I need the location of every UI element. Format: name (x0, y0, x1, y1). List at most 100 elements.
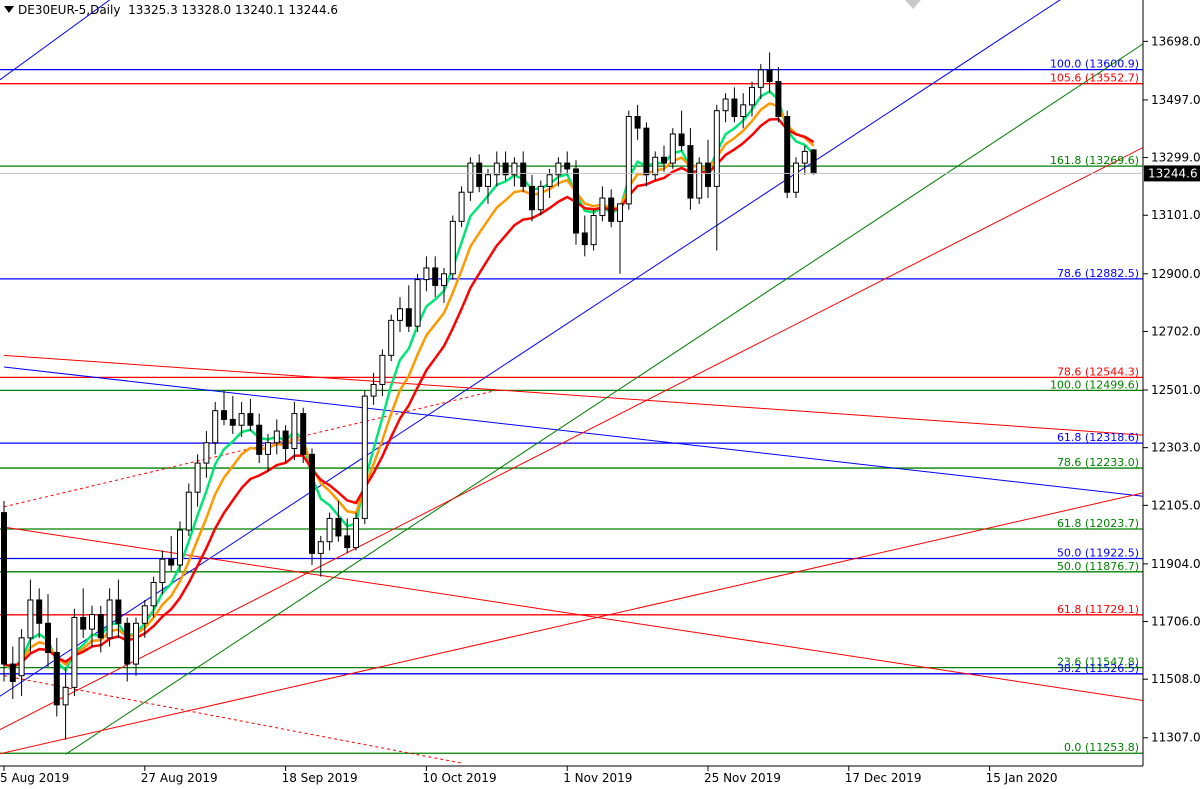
fib-level-label: 78.6 (12882.5) (1057, 267, 1139, 280)
candle (669, 128, 676, 169)
candle-body (27, 599, 34, 639)
candle-body (18, 637, 25, 677)
candle-body (441, 273, 447, 286)
candlestick-chart[interactable]: 100.0 (13600.9)105.6 (13552.7) 161.8 (132… (0, 0, 1200, 789)
price-tick-label: 13299.0 (1151, 151, 1200, 165)
candle-body (793, 162, 799, 193)
candle-body (361, 395, 368, 519)
price-tick-label: 12702.0 (1151, 324, 1200, 338)
symbol-label: DE30EUR-5,Daily (18, 3, 121, 17)
time-tick-label: 5 Aug 2019 (0, 771, 69, 785)
candle-body (546, 174, 553, 187)
candle-body (62, 686, 69, 706)
candle (361, 390, 368, 525)
candle (793, 157, 799, 199)
candle-body (388, 319, 395, 356)
candle-body (414, 279, 421, 327)
candle-body (9, 663, 16, 683)
candle-body (423, 267, 430, 281)
candle-body (766, 69, 773, 83)
candle-body (229, 418, 236, 426)
candle-body (317, 541, 324, 554)
candle-body (89, 614, 95, 630)
fib-level-label: 161.8 (13269.6) (1050, 154, 1139, 167)
candle (590, 209, 597, 251)
candle (458, 186, 465, 228)
chart-shift-arrow-icon[interactable] (905, 0, 921, 9)
fib-level-label: 0.0 (11253.8) (1064, 741, 1139, 754)
price-tick-label: 11904.0 (1151, 557, 1200, 571)
price-tick-label: 11508.0 (1151, 672, 1200, 686)
candle-body (573, 168, 579, 234)
fib-level-label: 78.6 (12233.0) (1057, 456, 1139, 469)
candle-body (634, 116, 641, 129)
fib-level-label: 61.8 (11729.1) (1057, 603, 1139, 616)
candle-body (669, 133, 676, 164)
fib-level-label: 100.0 (13600.9) (1050, 58, 1139, 71)
candle-body (300, 413, 307, 455)
fib-level-label: 78.6 (12544.3) (1057, 365, 1139, 378)
candle-body (177, 529, 183, 566)
candle-body (247, 413, 254, 426)
candle-body (256, 424, 263, 455)
candle-body (643, 127, 650, 176)
candle-body (599, 197, 606, 217)
candle-body (661, 156, 667, 164)
candle-body (564, 162, 571, 170)
candle-body (309, 453, 315, 554)
fib-level-label: 50.0 (11876.7) (1057, 560, 1139, 573)
candle-body (775, 81, 782, 118)
candle-body (458, 191, 465, 222)
candle (784, 110, 791, 199)
candle (696, 157, 703, 204)
candle-body (581, 232, 588, 246)
ohlc-values: 13325.3 13328.0 13240.1 13244.6 (128, 3, 339, 17)
candle-body (608, 197, 615, 222)
candle-body (124, 622, 131, 665)
candle-body (106, 599, 113, 639)
candle-body (397, 308, 403, 321)
candle-body (476, 162, 483, 187)
candle (353, 512, 359, 551)
candle-body (713, 110, 720, 187)
fib-level-label: 61.8 (12318.6) (1057, 431, 1139, 444)
candle-body (687, 145, 694, 199)
candle-body (537, 185, 544, 211)
price-tick-label: 13101.0 (1151, 208, 1200, 222)
candle-body (696, 162, 703, 199)
candle-body (203, 442, 210, 464)
candle-body (282, 430, 289, 450)
time-tick-label: 25 Nov 2019 (704, 771, 781, 785)
candle-body (749, 86, 755, 106)
candle-body (740, 104, 747, 118)
candle-body (520, 162, 527, 187)
price-tick-label: 11706.0 (1151, 615, 1200, 629)
fib-level-label: 100.0 (12499.6) (1050, 378, 1139, 391)
candle-body (133, 622, 139, 665)
dropdown-triangle-icon[interactable] (4, 6, 14, 13)
candle-body (97, 614, 104, 639)
candle-body (212, 410, 219, 444)
candle-body (625, 116, 632, 205)
candle-body (801, 150, 808, 164)
candle-body (678, 133, 685, 147)
candle-body (273, 430, 280, 444)
candle-body (370, 383, 377, 397)
chart-window[interactable]: 100.0 (13600.9) 105.6 (13552.7) 161.8 (132… (0, 0, 1200, 789)
time-tick-label: 10 Oct 2019 (422, 771, 496, 785)
fib-level-label: 105.6 (13552.7) (1050, 72, 1139, 85)
candle-body (238, 413, 245, 426)
candle-body (221, 410, 227, 420)
candle-body (722, 98, 729, 112)
candle (1, 500, 7, 682)
candle (810, 149, 817, 175)
candle-body (185, 491, 192, 531)
candle (573, 160, 579, 245)
candle-body (652, 156, 659, 176)
candle-body (617, 203, 623, 222)
candle-body (432, 267, 439, 286)
candle-body (326, 517, 333, 543)
price-tick-label: 12303.0 (1151, 441, 1200, 455)
candle (449, 215, 456, 280)
price-tick-label: 13497.0 (1151, 93, 1200, 107)
